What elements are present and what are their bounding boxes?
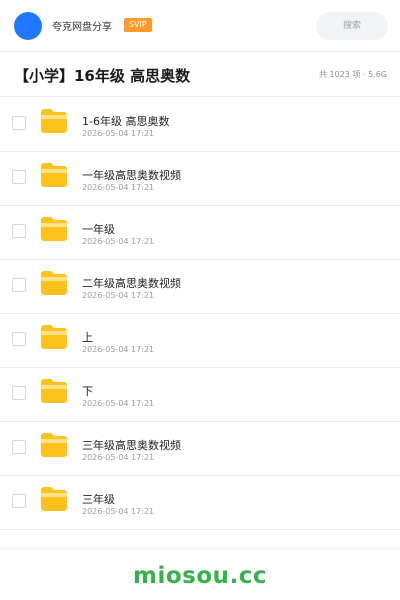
folder-icon (41, 325, 67, 349)
search-input[interactable]: 搜索 (316, 12, 388, 40)
file-name: 下 (82, 385, 93, 398)
list-item[interactable]: 1-6年级 高思奥数 2026-05-04 17:21 (0, 98, 400, 152)
row-checkbox[interactable] (12, 224, 26, 238)
file-list: 1-6年级 高思奥数 2026-05-04 17:21 一年级高思奥数视频 20… (0, 98, 400, 530)
file-date: 2026-05-04 17:21 (82, 345, 155, 354)
list-item[interactable]: 三年级 2026-05-04 17:21 (0, 476, 400, 530)
folder-icon (41, 163, 67, 187)
file-date: 2026-05-04 17:21 (82, 129, 155, 138)
file-date: 2026-05-04 17:21 (82, 399, 155, 408)
folder-icon (41, 487, 67, 511)
row-checkbox[interactable] (12, 440, 26, 454)
row-checkbox[interactable] (12, 278, 26, 292)
row-checkbox[interactable] (12, 494, 26, 508)
list-item[interactable]: 下 2026-05-04 17:21 (0, 368, 400, 422)
file-summary: 共 1023 项 · 5.6G (319, 70, 387, 79)
list-item[interactable]: 一年级高思奥数视频 2026-05-04 17:21 (0, 152, 400, 206)
app-header: 夸克网盘分享 SVIP 搜索 (0, 0, 400, 52)
share-title-bar: 【小学】16年级 高思奥数 共 1023 项 · 5.6G (0, 53, 400, 97)
list-item[interactable]: 二年级高思奥数视频 2026-05-04 17:21 (0, 260, 400, 314)
page-title: 【小学】16年级 高思奥数 (14, 67, 191, 85)
file-name: 一年级 (82, 223, 115, 236)
row-checkbox[interactable] (12, 170, 26, 184)
file-name: 三年级高思奥数视频 (82, 439, 181, 452)
file-date: 2026-05-04 17:21 (82, 183, 155, 192)
file-name: 上 (82, 331, 93, 344)
folder-icon (41, 217, 67, 241)
row-checkbox[interactable] (12, 332, 26, 346)
file-date: 2026-05-04 17:21 (82, 453, 155, 462)
svip-badge: SVIP (124, 18, 152, 32)
folder-icon (41, 433, 67, 457)
folder-icon (41, 379, 67, 403)
file-name: 一年级高思奥数视频 (82, 169, 181, 182)
file-name: 二年级高思奥数视频 (82, 277, 181, 290)
list-item[interactable]: 一年级 2026-05-04 17:21 (0, 206, 400, 260)
footer: miosou.cc (0, 548, 400, 600)
avatar[interactable] (14, 12, 42, 40)
file-name: 1-6年级 高思奥数 (82, 115, 170, 128)
file-date: 2026-05-04 17:21 (82, 237, 155, 246)
folder-icon (41, 271, 67, 295)
folder-icon (41, 109, 67, 133)
list-item[interactable]: 三年级高思奥数视频 2026-05-04 17:21 (0, 422, 400, 476)
watermark: miosou.cc (132, 563, 268, 589)
row-checkbox[interactable] (12, 386, 26, 400)
list-item[interactable]: 上 2026-05-04 17:21 (0, 314, 400, 368)
app-name: 夸克网盘分享 (52, 22, 112, 33)
file-date: 2026-05-04 17:21 (82, 507, 155, 516)
file-name: 三年级 (82, 493, 115, 506)
row-checkbox[interactable] (12, 116, 26, 130)
file-date: 2026-05-04 17:21 (82, 291, 155, 300)
